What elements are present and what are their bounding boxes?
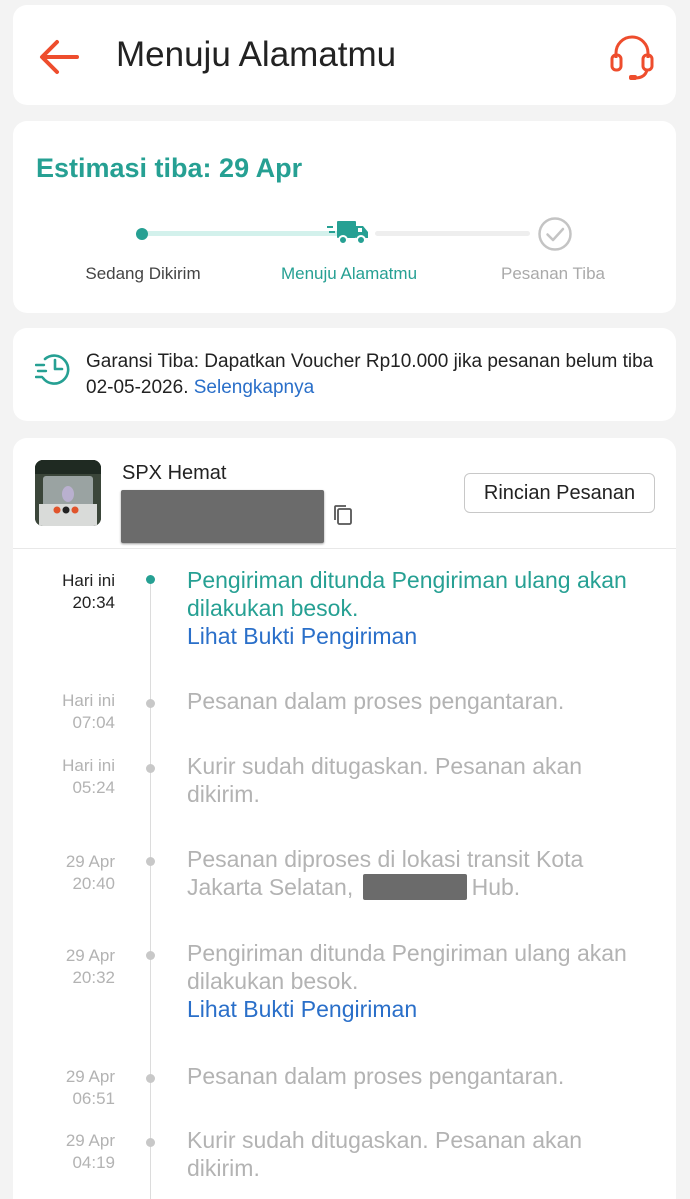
event-dot [146,764,155,773]
step-label-shipped: Sedang Dikirim [85,264,201,283]
event-description: Kurir sudah ditugaskan. Pesanan akan dik… [187,1126,657,1182]
arrival-guarantee-card: Garansi Tiba: Dapatkan Voucher Rp10.000 … [13,328,676,421]
event-description: Pesanan diproses di lokasi transit Kota … [187,845,657,901]
view-proof-link[interactable]: Lihat Bukti Pengiriman [187,623,417,649]
redacted-hub-name [362,874,467,900]
progress-track-done [142,231,342,236]
event-date: Hari ini [62,691,115,710]
step-label-on-the-way: Menuju Alamatmu [280,264,418,283]
progress-track-pending [375,231,530,236]
event-description: Pesanan dalam proses pengantaran. [187,687,657,715]
event-dot [146,1074,155,1083]
event-time: 05:24 [72,778,115,797]
event-time: 20:40 [72,874,115,893]
event-dot [146,857,155,866]
tracking-card: SPX Hemat Rincian Pesanan Hari ini 20:34 … [13,438,676,1199]
headset-icon[interactable] [609,33,655,83]
event-timestamp: Hari ini 07:04 [33,690,115,734]
event-description: Pengiriman ditunda Pengiriman ulang akan… [187,939,657,1023]
event-date: 29 Apr [65,1067,115,1086]
divider [13,548,676,549]
event-description: Pesanan dalam proses pengantaran. [187,1062,657,1090]
event-date: Hari ini [62,756,115,775]
fast-clock-icon [35,354,70,385]
guarantee-text: Garansi Tiba: Dapatkan Voucher Rp10.000 … [86,349,656,401]
timeline-line [150,578,151,1199]
event-text: Pesanan dalam proses pengantaran. [187,688,565,714]
event-timestamp: 29 Apr 20:40 [33,851,115,895]
event-timestamp: 29 Apr 20:32 [33,945,115,989]
event-text: Kurir sudah ditugaskan. Pesanan akan dik… [187,1127,583,1181]
back-arrow-icon[interactable] [37,35,81,79]
event-date: 29 Apr [65,946,115,965]
product-thumbnail[interactable] [35,460,101,526]
event-timestamp: Hari ini 20:34 [33,570,115,614]
check-circle-icon [538,217,572,251]
event-dot [146,951,155,960]
event-description: Kurir sudah ditugaskan. Pesanan akan dik… [187,752,657,808]
event-timestamp: 29 Apr 04:19 [33,1130,115,1174]
page-title: Menuju Alamatmu [116,35,397,74]
courier-name: SPX Hemat [122,462,227,484]
delivery-status-card: Estimasi tiba: 29 Apr Sedang Dikirim Men… [13,121,676,313]
event-text-suffix: Hub. [471,874,521,900]
event-time: 20:32 [72,968,115,987]
event-text: Pesanan dalam proses pengantaran. [187,1063,565,1089]
view-proof-link[interactable]: Lihat Bukti Pengiriman [187,996,417,1022]
step-dot-shipped [136,228,148,240]
copy-icon[interactable] [332,504,354,526]
order-details-button[interactable]: Rincian Pesanan [464,473,655,513]
estimated-arrival: Estimasi tiba: 29 Apr [36,153,303,183]
event-description: Pengiriman ditunda Pengiriman ulang akan… [187,566,657,650]
event-time: 20:34 [72,593,115,612]
event-dot [146,1138,155,1147]
step-label-arrived: Pesanan Tiba [501,264,605,283]
event-time: 07:04 [72,713,115,732]
truck-icon [327,221,368,245]
event-date: Hari ini [62,571,115,590]
event-dot [146,699,155,708]
guarantee-description: Garansi Tiba: Dapatkan Voucher Rp10.000 … [86,351,654,398]
event-timestamp: Hari ini 05:24 [33,755,115,799]
event-date: 29 Apr [65,1131,115,1150]
more-info-link[interactable]: Selengkapnya [194,377,314,398]
event-date: 29 Apr [65,852,115,871]
event-text: Pengiriman ditunda Pengiriman ulang akan… [187,567,627,621]
event-time: 04:19 [72,1153,115,1172]
event-time: 06:51 [72,1089,115,1108]
redacted-tracking-number [121,490,324,543]
event-text: Kurir sudah ditugaskan. Pesanan akan dik… [187,753,583,807]
event-dot [146,575,155,584]
event-timestamp: 29 Apr 06:51 [33,1066,115,1110]
event-text: Pengiriman ditunda Pengiriman ulang akan… [187,940,627,994]
header-bar: Menuju Alamatmu [13,5,676,105]
